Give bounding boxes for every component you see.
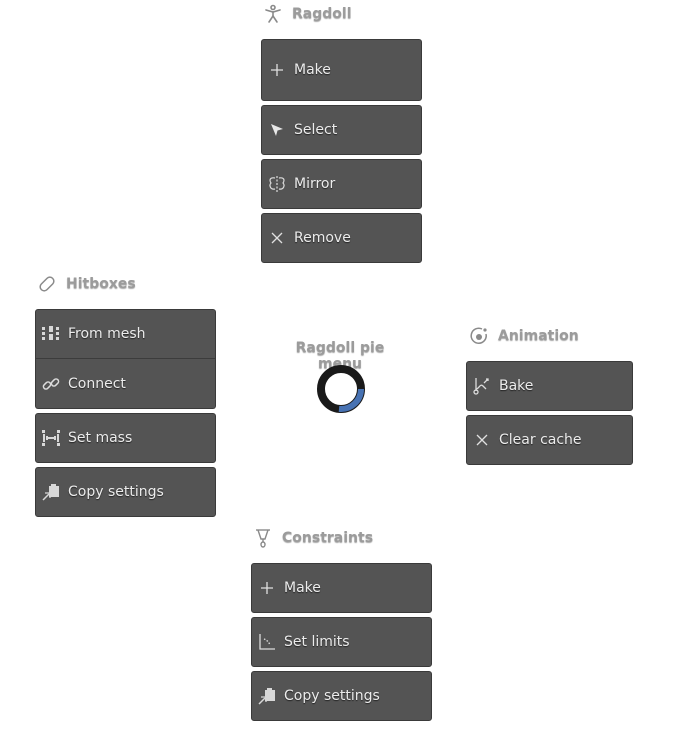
copy-settings-icon — [42, 483, 60, 501]
ragdoll-select-button[interactable]: Select — [261, 105, 422, 155]
hitboxes-set-mass-button[interactable]: Set mass — [35, 413, 216, 463]
ragdoll-select-label: Select — [294, 122, 338, 138]
hitboxes-from-mesh-label: From mesh — [68, 326, 146, 342]
limits-angle-icon — [258, 633, 276, 651]
hitboxes-copy-settings-button[interactable]: Copy settings — [35, 467, 216, 517]
ragdoll-mirror-label: Mirror — [294, 176, 336, 192]
constraints-copy-settings-label: Copy settings — [284, 688, 380, 704]
constraints-header-label: Constraints — [282, 530, 374, 546]
ragdoll-make-label: Make — [294, 62, 331, 78]
ragdoll-header-label: Ragdoll — [292, 6, 352, 22]
mesh-grid-icon — [42, 325, 60, 343]
ragdoll-make-button[interactable]: Make — [261, 39, 422, 101]
cursor-arrow-icon — [268, 121, 286, 139]
hitboxes-connect-button[interactable]: Connect — [35, 358, 216, 409]
close-x-icon — [268, 229, 286, 247]
animation-clear-cache-label: Clear cache — [499, 432, 582, 448]
hitboxes-from-mesh-button[interactable]: From mesh — [35, 309, 216, 359]
copy-settings-icon — [258, 687, 276, 705]
mirror-icon — [268, 175, 286, 193]
constraints-make-button[interactable]: Make — [251, 563, 432, 613]
close-x-icon — [473, 431, 491, 449]
link-icon — [42, 375, 60, 393]
plus-icon — [258, 579, 276, 597]
animation-clear-cache-button[interactable]: Clear cache — [466, 415, 633, 465]
constraints-copy-settings-button[interactable]: Copy settings — [251, 671, 432, 721]
ragdoll-figure-icon — [262, 3, 284, 25]
animation-header-label: Animation — [498, 328, 579, 344]
ragdoll-header: Ragdoll — [262, 3, 352, 25]
capsule-icon — [36, 273, 58, 295]
ragdoll-remove-label: Remove — [294, 230, 351, 246]
hitboxes-connect-label: Connect — [68, 375, 126, 392]
animation-header: Animation — [468, 325, 579, 347]
hitboxes-copy-settings-label: Copy settings — [68, 484, 164, 500]
bake-curve-icon — [473, 377, 491, 395]
constraints-make-label: Make — [284, 580, 321, 596]
constraints-set-limits-button[interactable]: Set limits — [251, 617, 432, 667]
animation-bake-label: Bake — [499, 378, 534, 394]
hitboxes-header-label: Hitboxes — [66, 276, 136, 292]
mass-bracket-icon — [42, 429, 60, 447]
constraints-header: Constraints — [252, 527, 373, 549]
animation-bake-button[interactable]: Bake — [466, 361, 633, 411]
plus-icon — [268, 61, 286, 79]
constraints-set-limits-label: Set limits — [284, 634, 350, 650]
record-target-icon — [468, 325, 490, 347]
ragdoll-mirror-button[interactable]: Mirror — [261, 159, 422, 209]
constraint-joint-icon — [252, 527, 274, 549]
pie-direction-ring — [317, 365, 365, 413]
hitboxes-set-mass-label: Set mass — [68, 430, 133, 446]
ragdoll-remove-button[interactable]: Remove — [261, 213, 422, 263]
hitboxes-header: Hitboxes — [36, 273, 136, 295]
